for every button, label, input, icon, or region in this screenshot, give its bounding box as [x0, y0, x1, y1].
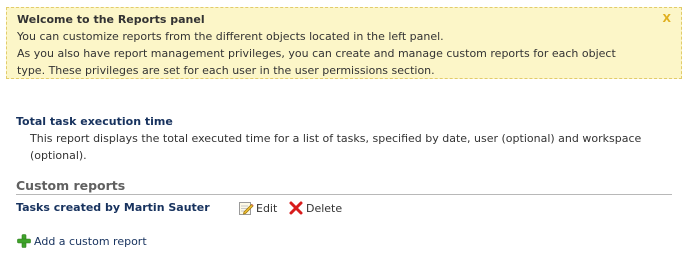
- notice-title: Welcome to the Reports panel: [17, 13, 205, 26]
- custom-report-row: Tasks created by Martin Sauter Edit Dele…: [16, 199, 672, 217]
- notice-line: As you also have report management privi…: [17, 47, 616, 60]
- report-title-link[interactable]: Total task execution time: [16, 114, 173, 129]
- notice-line: You can customize reports from the diffe…: [17, 30, 444, 43]
- add-custom-report-button[interactable]: Add a custom report: [16, 232, 147, 250]
- delete-label: Delete: [306, 201, 343, 215]
- delete-button[interactable]: Delete: [288, 199, 342, 217]
- edit-label: Edit: [256, 201, 278, 215]
- pencil-note-icon: [238, 200, 254, 216]
- custom-reports-heading: Custom reports: [16, 178, 126, 193]
- red-x-icon: [288, 200, 304, 216]
- edit-button[interactable]: Edit: [238, 199, 277, 217]
- close-notice-button[interactable]: X: [663, 12, 671, 26]
- green-plus-icon: [16, 233, 32, 249]
- notice-line: type. These privileges are set for each …: [17, 64, 435, 77]
- section-divider: [16, 194, 672, 195]
- add-custom-report-label: Add a custom report: [34, 234, 147, 248]
- welcome-notice: Welcome to the Reports panel You can cus…: [6, 7, 682, 79]
- custom-report-link[interactable]: Tasks created by Martin Sauter: [16, 200, 210, 215]
- report-description: This report displays the total executed …: [30, 132, 642, 162]
